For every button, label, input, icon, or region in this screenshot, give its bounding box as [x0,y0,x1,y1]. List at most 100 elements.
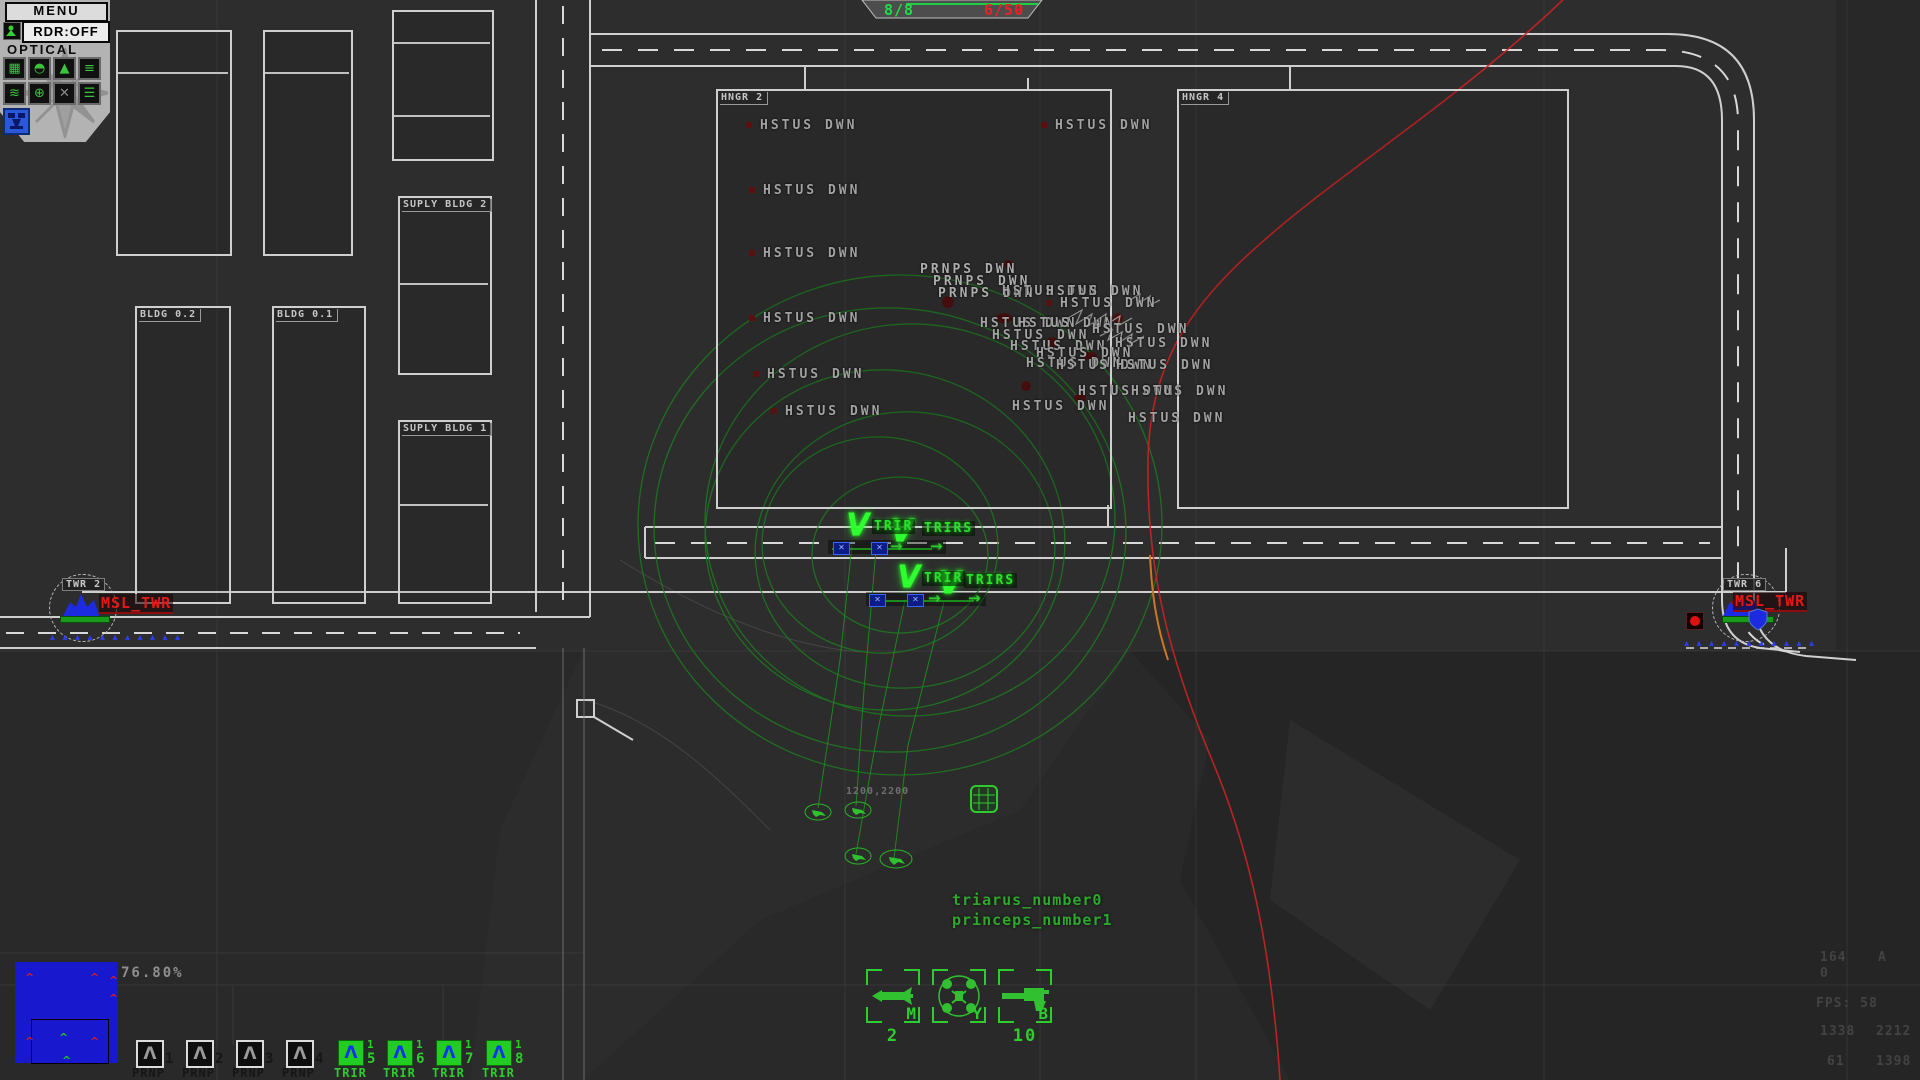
debug-value: 0 [1820,966,1829,981]
move-arrow-icon: → [930,537,943,555]
status-label-hstus-down: HSTUS DWN [1092,322,1189,337]
minimap-percentage: 76.80% [121,965,184,981]
waypoint-icon[interactable]: ✕ [833,542,850,555]
debug-value: A [1878,950,1887,965]
unit-chevron-icon: Λ [286,1040,314,1068]
squad-count: 1 [465,1038,472,1051]
supply-crate-icon[interactable] [971,786,997,812]
building-hangar-2: HNGR 2 [716,89,1112,509]
building-label: SUPLY BLDG 1 [402,423,492,436]
weapon-slot-drone[interactable]: Y [932,969,986,1023]
building-bldg-0-1: BLDG 0.1 [272,306,366,604]
status-label-hstus-down: HSTUS DWN [1116,358,1213,373]
squad-slot-trir-7[interactable]: Λ17TRIR [436,1040,482,1080]
unit-chevron-icon: Λ [436,1040,462,1066]
wave-icon[interactable]: ≋ [3,82,26,105]
unit-chevron-icon: Λ [136,1040,164,1068]
weapon-key-letter: B [1038,1004,1048,1023]
status-label-hstus-down: HSTUS DWN [1055,118,1152,133]
squad-slot-prnp-4[interactable]: Λ4PRNP [286,1040,332,1080]
minimap-friendly-mark: ^ [62,1057,71,1065]
squad-label: TRIR [482,1066,515,1080]
waypoint-icon[interactable]: ✕ [871,542,888,555]
status-label-hstus-down: HSTUS DWN [763,246,860,261]
weapon-ammo-count: 2 [866,1026,920,1046]
status-label-hstus-down: HSTUS DWN [767,367,864,382]
squad-label: PRNP [232,1066,265,1080]
status-label-hstus-down: HSTUS DWN [763,311,860,326]
selection-readout: triarus_number0 princeps_number1 [952,890,1113,930]
status-label-hstus-down: HSTUS DWN [1128,411,1225,426]
projector-icon[interactable] [3,108,30,135]
waypoint-icon[interactable]: ✕ [907,594,924,607]
weapon-slot-gun[interactable]: B [998,969,1052,1023]
debug-value: 1338 [1820,1024,1855,1039]
tower-6-ammo-ticks: ▴ ▴ ▴ ▴ ▴ ▴ ▴ ▴ ▴ ▴ ▴ [1684,638,1816,649]
selected-unit-name: triarus_number0 [952,890,1113,910]
move-arrow-icon: → [968,589,981,607]
enemy-contact-icon[interactable] [1686,612,1704,630]
squad-slot-trir-8[interactable]: Λ18TRIR [486,1040,532,1080]
building-bldg-0-2: BLDG 0.2 [135,306,231,604]
building-barracks-a [116,30,232,256]
minimap-friendly-mark: ^ [59,1034,68,1042]
route-segment-orange [1150,555,1168,660]
chart-icon[interactable]: ≡ [78,57,101,80]
debug-value: 2212 [1876,1024,1911,1039]
weapon-slot-missile[interactable]: M [866,969,920,1023]
unit-label: TRIRS [964,573,1017,588]
command-panel: MENU RDR:OFF OPTICAL ▦◓▲≡≋⊕✕☰ [0,0,110,142]
squad-label: TRIR [432,1066,465,1080]
debug-value: 61 [1827,1054,1845,1069]
tower-6-type-label: MSL_TWR [1733,592,1807,612]
dome-icon[interactable]: ◓ [28,57,51,80]
waypoint-icon[interactable]: ✕ [869,594,886,607]
minimap-enemy-mark: ^ [109,977,118,985]
grid-icon[interactable]: ▦ [3,57,26,80]
coords-label: 1200,2200 [846,786,909,797]
squad-number: 6 [416,1051,424,1067]
squad-slot-prnp-1[interactable]: Λ1PRNP [136,1040,182,1080]
weapon-key-letter: Y [972,1004,982,1023]
squad-slot-prnp-3[interactable]: Λ3PRNP [236,1040,282,1080]
building-label: HNGR 2 [720,92,768,105]
unit-label: TRIR [922,571,965,586]
squad-slot-prnp-2[interactable]: Λ2PRNP [186,1040,232,1080]
squad-number: 5 [367,1051,375,1067]
status-label-hstus-down: HSTUS DWN [785,404,882,419]
squad-slot-trir-5[interactable]: Λ15TRIR [338,1040,384,1080]
squad-count: 1 [367,1038,374,1051]
radar-status-icon [3,22,21,40]
radar-toggle-button[interactable]: RDR:OFF [22,21,110,43]
building-label: HNGR 4 [1181,92,1229,105]
shield-icon [1748,608,1768,632]
squad-label: TRIR [334,1066,367,1080]
building-label: SUPLY BLDG 2 [402,199,492,212]
squad-slot-trir-6[interactable]: Λ16TRIR [387,1040,433,1080]
squad-label: TRIR [383,1066,416,1080]
terrain-icon[interactable]: ▲ [53,57,76,80]
selected-unit-name: princeps_number1 [952,910,1113,930]
game-screen: HNGR 2 HNGR 4 BLDG 0.2 BLDG 0.1 SUPLY BL… [0,0,1920,1080]
crosshair-icon[interactable]: ⊕ [28,82,51,105]
squad-number: 7 [465,1051,473,1067]
menu-button[interactable]: MENU [5,2,108,22]
unit-chevron-icon: Λ [186,1040,214,1068]
fps-counter: FPS: 58 [1816,996,1878,1011]
squad-label: PRNP [282,1066,315,1080]
unit-chevron-icon: Λ [338,1040,364,1066]
minimap-enemy-mark: ^ [90,1038,99,1046]
minimap-enemy-mark: ^ [25,974,34,982]
weapon-key-letter: M [906,1004,916,1023]
squad-number: 1 [165,1051,173,1067]
list-icon[interactable]: ☰ [78,82,101,105]
building-supply-2: SUPLY BLDG 2 [398,196,492,375]
minimap[interactable]: ^ ^ ^ ^ ^ ^ ^ ^ [15,962,118,1063]
minimap-enemy-mark: ^ [90,974,99,982]
minimap-enemy-mark: ^ [25,1038,34,1046]
status-label-hstus-down: HSTUS DWN [1131,384,1228,399]
tower-2-health-bar [60,616,110,623]
disabled-icon[interactable]: ✕ [53,82,76,105]
squad-count: 1 [416,1038,423,1051]
building-supply-1: SUPLY BLDG 1 [398,420,492,604]
